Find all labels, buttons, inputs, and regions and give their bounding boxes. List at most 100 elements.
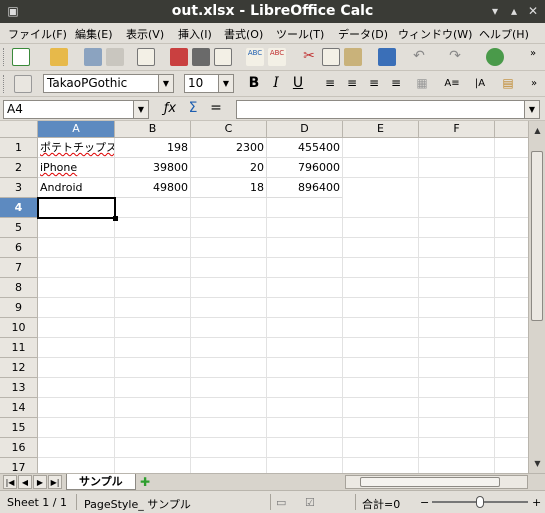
row-header-15[interactable]: 15 bbox=[0, 418, 38, 438]
redo-icon[interactable]: ↷ bbox=[446, 48, 464, 66]
zoom-out-button[interactable]: − bbox=[420, 496, 429, 509]
column-header-f[interactable]: F bbox=[419, 121, 495, 138]
save-icon[interactable] bbox=[84, 48, 102, 66]
row-header-14[interactable]: 14 bbox=[0, 398, 38, 418]
row-header-5[interactable]: 5 bbox=[0, 218, 38, 238]
export-pdf-icon[interactable] bbox=[170, 48, 188, 66]
row-header-13[interactable]: 13 bbox=[0, 378, 38, 398]
align-right-icon[interactable]: ≡ bbox=[364, 74, 384, 93]
next-sheet-icon[interactable]: ▶ bbox=[33, 475, 47, 489]
menu-help[interactable]: ヘルプ(H) bbox=[479, 26, 529, 42]
toolbar-overflow-icon[interactable]: » bbox=[524, 48, 542, 66]
text-top-to-bottom-icon[interactable]: |A bbox=[470, 74, 490, 93]
print-icon[interactable] bbox=[192, 48, 210, 66]
row-header-9[interactable]: 9 bbox=[0, 298, 38, 318]
row-header-6[interactable]: 6 bbox=[0, 238, 38, 258]
autospellcheck-icon[interactable]: ABC bbox=[268, 48, 286, 66]
menu-data[interactable]: データ(D) bbox=[338, 26, 388, 42]
previous-sheet-icon[interactable]: ◀ bbox=[18, 475, 32, 489]
column-header-a[interactable]: A bbox=[38, 121, 115, 138]
row-header-10[interactable]: 10 bbox=[0, 318, 38, 338]
zoom-in-button[interactable]: + bbox=[532, 496, 541, 509]
toolbar-grip[interactable] bbox=[3, 75, 6, 93]
column-header-b[interactable]: B bbox=[115, 121, 191, 138]
row-header-1[interactable]: 1 bbox=[0, 138, 38, 158]
row-header-11[interactable]: 11 bbox=[0, 338, 38, 358]
font-size-box[interactable]: 10 ▼ bbox=[184, 74, 234, 93]
chevron-down-icon[interactable]: ▼ bbox=[218, 75, 233, 92]
row-header-17[interactable]: 17 bbox=[0, 458, 38, 473]
print-preview-icon[interactable] bbox=[214, 48, 232, 66]
autofill-handle[interactable] bbox=[113, 216, 118, 221]
function-button[interactable]: = bbox=[206, 99, 226, 118]
menu-file[interactable]: ファイル(F) bbox=[8, 26, 67, 42]
first-sheet-icon[interactable]: |◀ bbox=[3, 475, 17, 489]
name-box[interactable]: A4 ▼ bbox=[3, 100, 149, 119]
column-header-c[interactable]: C bbox=[191, 121, 267, 138]
justify-icon[interactable]: ≡ bbox=[386, 74, 406, 93]
align-left-icon[interactable]: ≡ bbox=[320, 74, 340, 93]
open-folder-icon[interactable] bbox=[50, 48, 68, 66]
spellcheck-icon[interactable]: ABC bbox=[246, 48, 264, 66]
new-document-icon[interactable] bbox=[12, 48, 30, 66]
selection-mode-icon[interactable]: ▭ bbox=[276, 496, 286, 509]
scroll-down-icon[interactable]: ▼ bbox=[530, 456, 545, 471]
spreadsheet-grid[interactable]: A B C D E F 1 2 3 4 5 6 7 8 9 10 11 12 1… bbox=[0, 121, 528, 473]
column-header-d[interactable]: D bbox=[267, 121, 343, 138]
clone-formatting-icon[interactable] bbox=[378, 48, 396, 66]
styles-icon[interactable] bbox=[14, 75, 32, 93]
cell-cursor[interactable] bbox=[37, 197, 118, 221]
row-header-12[interactable]: 12 bbox=[0, 358, 38, 378]
row-header-3[interactable]: 3 bbox=[0, 178, 38, 198]
vertical-scroll-thumb[interactable] bbox=[531, 151, 543, 321]
row-header-8[interactable]: 8 bbox=[0, 278, 38, 298]
row-header-4[interactable]: 4 bbox=[0, 198, 38, 218]
add-sheet-icon[interactable]: ✚ bbox=[136, 475, 154, 489]
number-format-icon[interactable]: ▤ bbox=[498, 74, 518, 93]
minimize-icon[interactable]: ▾ bbox=[488, 4, 502, 18]
chevron-down-icon[interactable]: ▼ bbox=[133, 101, 148, 118]
menu-format[interactable]: 書式(O) bbox=[224, 26, 263, 42]
row-header-16[interactable]: 16 bbox=[0, 438, 38, 458]
formula-input[interactable]: ▼ bbox=[236, 100, 540, 119]
paste-icon[interactable] bbox=[344, 48, 362, 66]
zoom-slider-knob[interactable] bbox=[476, 496, 484, 508]
last-sheet-icon[interactable]: ▶| bbox=[48, 475, 62, 489]
row-header-7[interactable]: 7 bbox=[0, 258, 38, 278]
horizontal-scroll-thumb[interactable] bbox=[360, 477, 500, 487]
chevron-down-icon[interactable]: ▼ bbox=[158, 75, 173, 92]
column-header-g[interactable] bbox=[495, 121, 528, 138]
row-header-2[interactable]: 2 bbox=[0, 158, 38, 178]
function-wizard-icon[interactable]: ƒx bbox=[160, 99, 180, 118]
maximize-icon[interactable]: ▴ bbox=[507, 4, 521, 18]
bold-button[interactable]: B bbox=[244, 74, 264, 93]
close-icon[interactable]: ✕ bbox=[526, 4, 540, 18]
copy-icon[interactable] bbox=[322, 48, 340, 66]
toolbar-grip[interactable] bbox=[3, 48, 6, 66]
underline-button[interactable]: U bbox=[288, 74, 308, 93]
menu-window[interactable]: ウィンドウ(W) bbox=[398, 26, 472, 42]
horizontal-scrollbar[interactable] bbox=[345, 475, 528, 489]
toolbar-overflow-icon[interactable]: » bbox=[524, 74, 544, 93]
align-center-icon[interactable]: ≡ bbox=[342, 74, 362, 93]
menu-view[interactable]: 表示(V) bbox=[126, 26, 164, 42]
text-left-to-right-icon[interactable]: A≡ bbox=[442, 74, 462, 93]
merge-cells-icon[interactable]: ▦ bbox=[412, 74, 432, 93]
vertical-scrollbar[interactable]: ▲ ▼ bbox=[528, 121, 545, 473]
expand-formula-icon[interactable]: ▼ bbox=[524, 101, 539, 118]
sum-button[interactable]: Σ bbox=[183, 99, 203, 118]
edit-file-icon[interactable] bbox=[137, 48, 155, 66]
page-style[interactable]: PageStyle_ サンプル bbox=[84, 496, 191, 512]
sheet-tab-active[interactable]: サンプル bbox=[66, 474, 136, 490]
scroll-up-icon[interactable]: ▲ bbox=[530, 123, 545, 138]
italic-button[interactable]: I bbox=[266, 74, 286, 93]
email-icon[interactable] bbox=[106, 48, 124, 66]
hyperlink-icon[interactable] bbox=[486, 48, 504, 66]
undo-icon[interactable]: ↶ bbox=[410, 48, 428, 66]
font-name-box[interactable]: TakaoPGothic ▼ bbox=[43, 74, 174, 93]
menu-insert[interactable]: 挿入(I) bbox=[178, 26, 212, 42]
select-all-corner[interactable] bbox=[0, 121, 38, 138]
menu-tools[interactable]: ツール(T) bbox=[276, 26, 324, 42]
column-header-e[interactable]: E bbox=[343, 121, 419, 138]
cut-icon[interactable]: ✂ bbox=[300, 48, 318, 66]
